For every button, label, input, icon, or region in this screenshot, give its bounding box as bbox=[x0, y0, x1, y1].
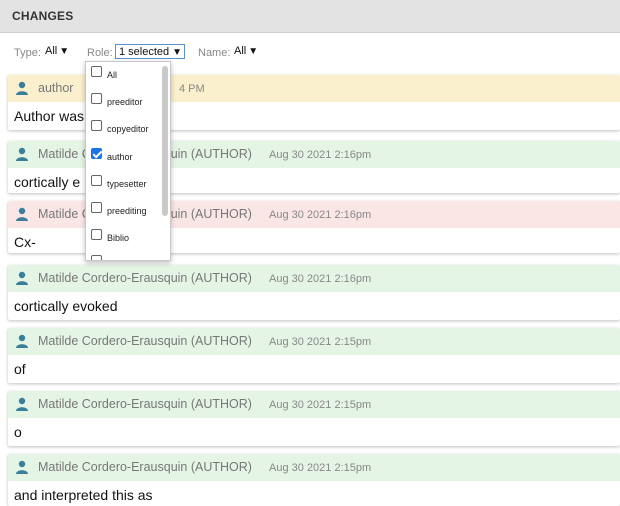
role-option-label: preediting bbox=[107, 206, 147, 216]
checkbox-icon[interactable] bbox=[91, 93, 102, 104]
chevron-down-icon: ▼ bbox=[59, 46, 70, 57]
name-filter-select[interactable]: All ▼ bbox=[234, 45, 258, 57]
chevron-down-icon: ▼ bbox=[248, 46, 259, 57]
role-filter-select[interactable]: 1 selected ▼ bbox=[115, 44, 185, 59]
change-text: cortically e bbox=[14, 174, 81, 190]
change-text: cortically evoked bbox=[14, 298, 118, 314]
change-date: Aug 30 2021 2:16pm bbox=[269, 209, 372, 221]
change-text: o bbox=[14, 424, 22, 440]
role-option-label: author bbox=[107, 152, 133, 162]
checkbox-icon[interactable] bbox=[91, 175, 102, 186]
change-card-header: Matilde Cordero-Erausquin (AUTHOR) Aug 3… bbox=[8, 391, 620, 418]
change-card[interactable]: Matilde Cordero-Erausquin (AUTHOR) Aug 3… bbox=[8, 328, 620, 383]
changes-header: CHANGES bbox=[0, 0, 620, 33]
change-card[interactable]: Matilde Cordero-Erausquin (AUTHOR) Aug 3… bbox=[8, 391, 620, 446]
name-filter-label: Name: bbox=[198, 47, 231, 59]
change-author: author bbox=[38, 81, 74, 95]
user-icon bbox=[16, 147, 28, 161]
change-date: Aug 30 2021 2:15pm bbox=[269, 399, 372, 411]
change-date: Aug 30 2021 2:15pm bbox=[269, 336, 372, 348]
change-card[interactable]: Matilde Cordero-Erausquin (AUTHOR) Aug 3… bbox=[8, 454, 620, 506]
change-date: Aug 30 2021 2:15pm bbox=[269, 462, 372, 474]
change-card-header: Matilde Cordero-Erausquin (AUTHOR) Aug 3… bbox=[8, 454, 620, 481]
change-text: and interpreted this as bbox=[14, 487, 153, 503]
chevron-down-icon: ▼ bbox=[172, 47, 183, 58]
role-filter-value: 1 selected bbox=[119, 46, 170, 58]
change-author: Matilde Cordero-Erausquin (AUTHOR) bbox=[38, 334, 252, 348]
user-icon bbox=[16, 397, 28, 411]
user-icon bbox=[16, 81, 28, 95]
user-icon bbox=[16, 207, 28, 221]
checkbox-checked-icon[interactable] bbox=[91, 148, 102, 159]
role-filter-label: Role: bbox=[87, 47, 113, 59]
role-option-label: All bbox=[107, 70, 118, 80]
change-author: Matilde Cordero-Erausquin (AUTHOR) bbox=[38, 397, 252, 411]
role-dropdown-menu[interactable]: All preeditor copyeditor author typesett… bbox=[85, 61, 171, 261]
change-card-header: Matilde Cordero-Erausquin (AUTHOR) Aug 3… bbox=[8, 265, 620, 292]
role-option-label: typesetter bbox=[107, 179, 147, 189]
change-card[interactable]: Matilde Cordero-Erausquin (AUTHOR) Aug 3… bbox=[8, 265, 620, 320]
type-filter-value: All bbox=[45, 45, 58, 57]
type-filter-label: Type: bbox=[14, 47, 41, 59]
checkbox-icon[interactable] bbox=[91, 120, 102, 131]
change-text: Author was bbox=[14, 108, 85, 124]
change-author: Matilde Cordero-Erausquin (AUTHOR) bbox=[38, 271, 252, 285]
role-option-label: copyeditor bbox=[107, 124, 149, 134]
checkbox-icon[interactable] bbox=[91, 66, 102, 77]
user-icon bbox=[16, 271, 28, 285]
checkbox-icon[interactable] bbox=[91, 255, 102, 260]
change-author: Matilde Cordero-Erausquin (AUTHOR) bbox=[38, 460, 252, 474]
user-icon bbox=[16, 460, 28, 474]
checkbox-icon[interactable] bbox=[91, 229, 102, 240]
name-filter-value: All bbox=[234, 45, 247, 57]
type-filter-select[interactable]: All ▼ bbox=[45, 45, 69, 57]
change-text: Cx- bbox=[14, 234, 36, 250]
change-card-header: Matilde Cordero-Erausquin (AUTHOR) Aug 3… bbox=[8, 328, 620, 355]
change-date: Aug 30 2021 2:16pm bbox=[269, 149, 372, 161]
change-text: of bbox=[14, 361, 26, 377]
dropdown-scrollbar[interactable] bbox=[162, 66, 168, 216]
change-date: Aug 30 2021 2:16pm bbox=[269, 273, 372, 285]
change-date: 4 PM bbox=[179, 83, 205, 95]
user-icon bbox=[16, 334, 28, 348]
role-option-label: Biblio bbox=[107, 233, 130, 243]
role-option-label: preeditor bbox=[107, 97, 143, 107]
panel-title: CHANGES bbox=[12, 9, 74, 23]
checkbox-icon[interactable] bbox=[91, 202, 102, 213]
